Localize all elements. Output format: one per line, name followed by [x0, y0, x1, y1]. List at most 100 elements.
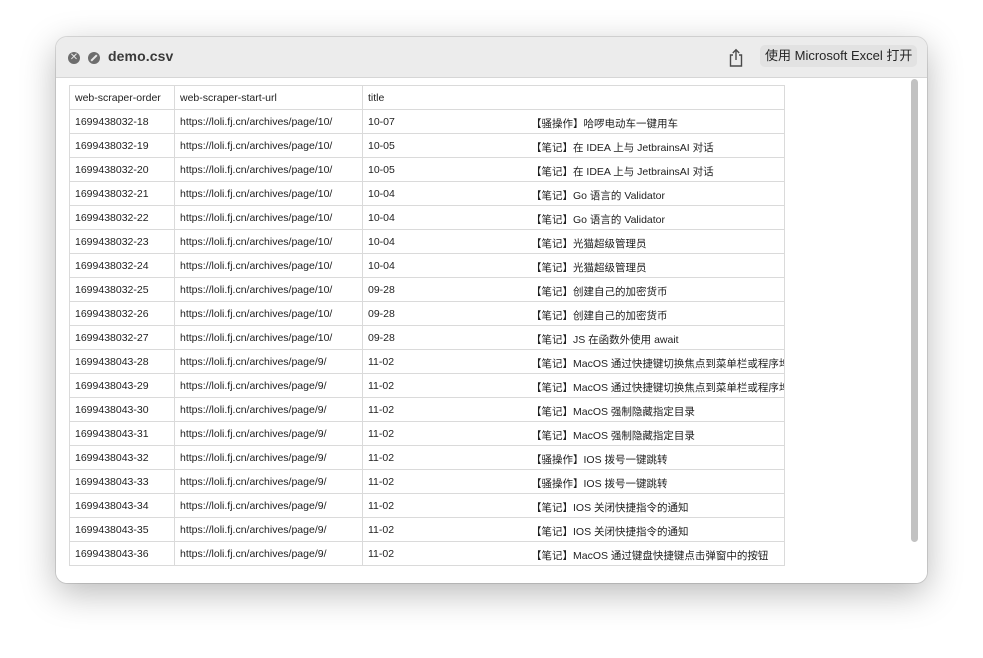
- window-title: demo.csv: [108, 48, 174, 64]
- cell-url: https://loli.fj.cn/archives/page/9/: [174, 373, 363, 398]
- cell-title: 11-02 【笔记】MacOS 强制隐藏指定目录: [362, 421, 785, 446]
- cell-order: 1699438032-25: [69, 277, 175, 302]
- cell-title: 10-04 【笔记】光猫超级管理员: [362, 253, 785, 278]
- cell-title-date: 11-02: [368, 476, 395, 488]
- cell-url: https://loli.fj.cn/archives/page/10/: [174, 325, 363, 350]
- cell-title: 11-02 【笔记】MacOS 通过键盘快捷键点击弹窗中的按钮: [362, 541, 785, 566]
- cell-url: https://loli.fj.cn/archives/page/10/: [174, 133, 363, 158]
- cell-url: https://loli.fj.cn/archives/page/10/: [174, 181, 363, 206]
- table-row: 1699438032-19 https://loli.fj.cn/archives…: [69, 133, 785, 158]
- cell-title-date: 11-02: [368, 404, 395, 416]
- cell-title-date: 10-07: [368, 116, 395, 128]
- cell-title-date: 10-04: [368, 188, 395, 200]
- table-row: 1699438043-29 https://loli.fj.cn/archives…: [69, 373, 785, 398]
- column-header-order: web-scraper-order: [69, 85, 175, 110]
- cell-order: 1699438043-28: [69, 349, 175, 374]
- table-row: 1699438032-25 https://loli.fj.cn/archives…: [69, 277, 785, 302]
- cell-title-date: 10-04: [368, 260, 395, 272]
- cell-title-text: 【骚操作】哈啰电动车一键用车: [531, 118, 678, 130]
- cell-title-date: 09-28: [368, 332, 395, 344]
- cell-url: https://loli.fj.cn/archives/page/10/: [174, 301, 363, 326]
- table-row: 1699438043-34 https://loli.fj.cn/archives…: [69, 493, 785, 518]
- cell-url: https://loli.fj.cn/archives/page/9/: [174, 469, 363, 494]
- cell-order: 1699438043-30: [69, 397, 175, 422]
- no-entry-icon[interactable]: [88, 52, 100, 64]
- cell-order: 1699438032-23: [69, 229, 175, 254]
- cell-title: 11-02 【骚操作】IOS 拨号一键跳转: [362, 445, 785, 470]
- cell-order: 1699438043-29: [69, 373, 175, 398]
- cell-title-text: 【笔记】MacOS 通过快捷键切换焦点到菜单栏或程序坞: [531, 358, 785, 370]
- table-row: 1699438032-24 https://loli.fj.cn/archives…: [69, 253, 785, 278]
- header-row: web-scraper-order web-scraper-start-url …: [69, 85, 785, 110]
- table-body: 1699438032-18 https://loli.fj.cn/archives…: [69, 109, 785, 566]
- cell-title-text: 【骚操作】IOS 拨号一键跳转: [531, 454, 668, 466]
- cell-title-text: 【笔记】IOS 关闭快捷指令的通知: [531, 526, 689, 538]
- cell-url: https://loli.fj.cn/archives/page/10/: [174, 205, 363, 230]
- column-header-url: web-scraper-start-url: [174, 85, 363, 110]
- cell-order: 1699438043-31: [69, 421, 175, 446]
- cell-order: 1699438043-35: [69, 517, 175, 542]
- column-header-title: title: [362, 85, 785, 110]
- table-row: 1699438043-30 https://loli.fj.cn/archives…: [69, 397, 785, 422]
- cell-order: 1699438043-33: [69, 469, 175, 494]
- cell-url: https://loli.fj.cn/archives/page/10/: [174, 157, 363, 182]
- cell-order: 1699438032-18: [69, 109, 175, 134]
- cell-title-text: 【笔记】MacOS 通过键盘快捷键点击弹窗中的按钮: [531, 550, 769, 562]
- cell-title-date: 09-28: [368, 308, 395, 320]
- scrollbar-thumb[interactable]: [911, 79, 918, 542]
- cell-title-date: 11-02: [368, 356, 395, 368]
- cell-title-date: 11-02: [368, 428, 395, 440]
- cell-title-text: 【笔记】MacOS 强制隐藏指定目录: [531, 406, 695, 418]
- cell-title: 11-02 【笔记】MacOS 通过快捷键切换焦点到菜单栏或程序坞: [362, 349, 785, 374]
- cell-title-text: 【笔记】MacOS 通过快捷键切换焦点到菜单栏或程序坞: [531, 382, 785, 394]
- cell-title: 10-05 【笔记】在 IDEA 上与 JetbrainsAI 对话: [362, 133, 785, 158]
- cell-title-date: 11-02: [368, 548, 395, 560]
- cell-url: https://loli.fj.cn/archives/page/9/: [174, 541, 363, 566]
- table-row: 1699438043-35 https://loli.fj.cn/archives…: [69, 517, 785, 542]
- cell-title-text: 【骚操作】IOS 拨号一键跳转: [531, 478, 668, 490]
- cell-title-text: 【笔记】在 IDEA 上与 JetbrainsAI 对话: [531, 142, 714, 154]
- cell-order: 1699438032-20: [69, 157, 175, 182]
- cell-title: 11-02 【笔记】MacOS 强制隐藏指定目录: [362, 397, 785, 422]
- cell-title-text: 【笔记】创建自己的加密货币: [531, 310, 668, 322]
- cell-url: https://loli.fj.cn/archives/page/10/: [174, 253, 363, 278]
- table-row: 1699438043-31 https://loli.fj.cn/archives…: [69, 421, 785, 446]
- cell-order: 1699438032-26: [69, 301, 175, 326]
- table-row: 1699438032-21 https://loli.fj.cn/archives…: [69, 181, 785, 206]
- table-row: 1699438043-28 https://loli.fj.cn/archives…: [69, 349, 785, 374]
- table-row: 1699438032-23 https://loli.fj.cn/archives…: [69, 229, 785, 254]
- table-row: 1699438032-18 https://loli.fj.cn/archives…: [69, 109, 785, 134]
- cell-order: 1699438032-27: [69, 325, 175, 350]
- cell-url: https://loli.fj.cn/archives/page/9/: [174, 421, 363, 446]
- cell-url: https://loli.fj.cn/archives/page/9/: [174, 517, 363, 542]
- vertical-scrollbar[interactable]: [909, 78, 921, 578]
- cell-url: https://loli.fj.cn/archives/page/10/: [174, 277, 363, 302]
- cell-title: 11-02 【骚操作】IOS 拨号一键跳转: [362, 469, 785, 494]
- cell-title-text: 【笔记】Go 语言的 Validator: [531, 214, 666, 226]
- cell-title-date: 11-02: [368, 500, 395, 512]
- quicklook-window: ✕ demo.csv 使用 Microsoft Excel 打开 web-scr…: [56, 37, 927, 583]
- cell-title: 10-04 【笔记】Go 语言的 Validator: [362, 181, 785, 206]
- cell-title: 10-07 【骚操作】哈啰电动车一键用车: [362, 109, 785, 134]
- cell-order: 1699438032-21: [69, 181, 175, 206]
- cell-order: 1699438043-32: [69, 445, 175, 470]
- cell-title-text: 【笔记】IOS 关闭快捷指令的通知: [531, 502, 689, 514]
- cell-order: 1699438043-34: [69, 493, 175, 518]
- cell-title: 10-04 【笔记】Go 语言的 Validator: [362, 205, 785, 230]
- cell-order: 1699438032-24: [69, 253, 175, 278]
- cell-title: 11-02 【笔记】MacOS 通过快捷键切换焦点到菜单栏或程序坞: [362, 373, 785, 398]
- share-icon[interactable]: [727, 48, 745, 68]
- cell-title: 09-28 【笔记】JS 在函数外使用 await: [362, 325, 785, 350]
- table-row: 1699438043-33 https://loli.fj.cn/archives…: [69, 469, 785, 494]
- cell-title-text: 【笔记】MacOS 强制隐藏指定目录: [531, 430, 695, 442]
- open-with-excel-button[interactable]: 使用 Microsoft Excel 打开: [760, 45, 918, 67]
- cell-url: https://loli.fj.cn/archives/page/9/: [174, 397, 363, 422]
- table-row: 1699438032-27 https://loli.fj.cn/archives…: [69, 325, 785, 350]
- table-row: 1699438043-32 https://loli.fj.cn/archives…: [69, 445, 785, 470]
- cell-url: https://loli.fj.cn/archives/page/9/: [174, 445, 363, 470]
- cell-title: 11-02 【笔记】IOS 关闭快捷指令的通知: [362, 493, 785, 518]
- cell-title-text: 【笔记】Go 语言的 Validator: [531, 190, 666, 202]
- close-icon[interactable]: ✕: [68, 52, 80, 64]
- cell-title-text: 【笔记】创建自己的加密货币: [531, 286, 668, 298]
- cell-title-date: 10-04: [368, 212, 395, 224]
